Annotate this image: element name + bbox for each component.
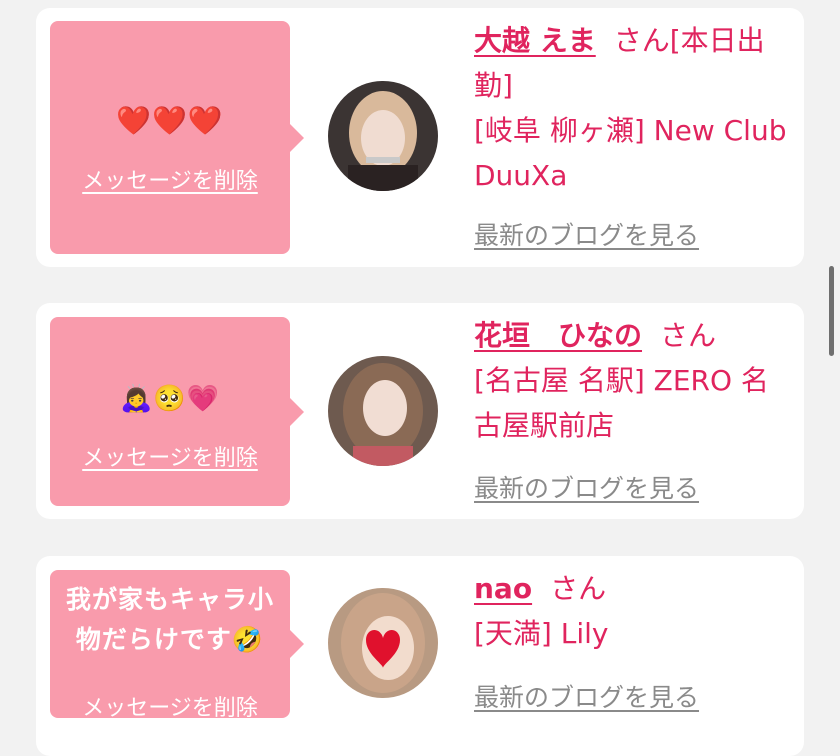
message-text: ❤️❤️❤️: [116, 104, 224, 137]
avatar[interactable]: [328, 356, 438, 466]
favorite-card: 🙇‍♀️🥺💗 メッセージを削除 花垣 ひなの さん [名古屋 名駅] ZERO 名…: [36, 303, 804, 519]
delete-message-link[interactable]: メッセージを削除: [50, 163, 290, 195]
latest-blog-link[interactable]: 最新のブログを見る: [474, 469, 699, 505]
message-bubble: 🙇‍♀️🥺💗 メッセージを削除: [50, 317, 304, 506]
member-name-link[interactable]: nao: [474, 572, 532, 605]
latest-blog-link[interactable]: 最新のブログを見る: [474, 216, 699, 252]
message-text: 我が家もキャラ小物だらけです🤣: [65, 585, 274, 654]
delete-message-link[interactable]: メッセージを削除: [50, 440, 290, 472]
member-suffix: さん: [660, 319, 717, 352]
member-info: 大越 えま さん[本日出勤] [岐阜 柳ヶ瀬] New Club DuuXa: [474, 18, 790, 198]
avatar[interactable]: [328, 588, 438, 698]
member-name-link[interactable]: 大越 えま: [474, 24, 596, 57]
message-bubble: ❤️❤️❤️ メッセージを削除: [50, 21, 304, 254]
message-text: 🙇‍♀️🥺💗: [119, 384, 221, 414]
member-suffix: さん: [550, 572, 607, 605]
shop-location: [天満] Lily: [474, 617, 609, 650]
avatar-photo: [328, 356, 438, 466]
avatar[interactable]: [328, 81, 438, 191]
avatar-photo: [328, 588, 438, 698]
member-info: nao さん [天満] Lily: [474, 566, 790, 656]
favorite-card: 我が家もキャラ小物だらけです🤣 メッセージを削除 nao さん [天満] Lily…: [36, 556, 804, 756]
latest-blog-link[interactable]: 最新のブログを見る: [474, 678, 699, 714]
shop-location: [岐阜 柳ヶ瀬] New Club DuuXa: [474, 114, 787, 192]
member-name-link[interactable]: 花垣 ひなの: [474, 319, 642, 352]
favorite-card: ❤️❤️❤️ メッセージを削除 大越 えま さん[本日出勤] [岐阜 柳ヶ瀬] N…: [36, 8, 804, 267]
message-bubble: 我が家もキャラ小物だらけです🤣 メッセージを削除: [50, 570, 304, 721]
member-info: 花垣 ひなの さん [名古屋 名駅] ZERO 名古屋駅前店: [474, 313, 790, 448]
shop-location: [名古屋 名駅] ZERO 名古屋駅前店: [474, 364, 769, 442]
avatar-photo: [328, 81, 438, 191]
scrollbar[interactable]: [829, 266, 834, 356]
delete-message-link[interactable]: メッセージを削除: [50, 690, 290, 722]
